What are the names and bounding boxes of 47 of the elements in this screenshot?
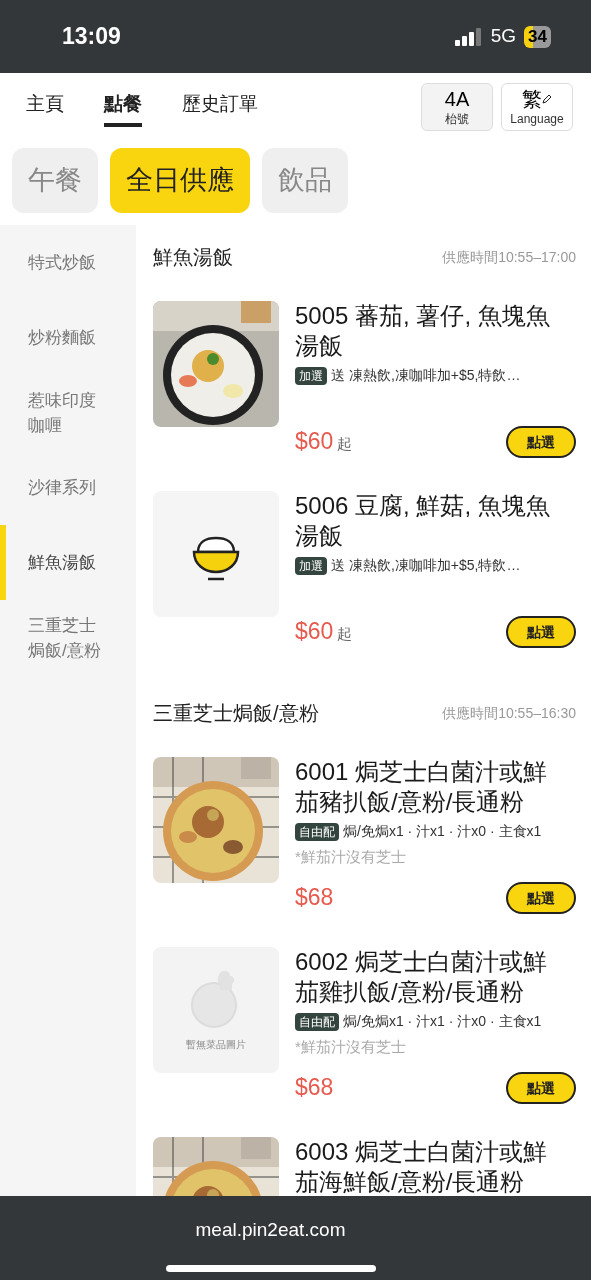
- nav-tab[interactable]: 點餐: [104, 90, 142, 127]
- dish-name: 5005 蕃茄, 薯仔, 魚塊魚湯飯: [295, 301, 551, 361]
- select-button[interactable]: 點選: [506, 616, 576, 648]
- dish-tag: 自由配: [295, 822, 339, 841]
- select-button[interactable]: 點選: [506, 882, 576, 914]
- dish-details: 送 凍熱飲,凍咖啡加+$5,特飲…: [331, 556, 521, 575]
- dish-details: 焗/免焗x1 · 汁x1 · 汁x0 · 主食x1: [343, 822, 542, 841]
- placeholder-caption: 暫無菜品圖片: [186, 1037, 246, 1052]
- service-hours: 供應時間10:55–17:00: [442, 247, 576, 267]
- price: $60: [295, 426, 334, 456]
- sidebar-item[interactable]: 鮮魚湯飯: [0, 525, 136, 600]
- dish-name: 6001 焗芝士白菌汁或鮮茄豬扒飯/意粉/長通粉: [295, 757, 549, 817]
- price-suffix: 起: [337, 623, 353, 644]
- pencil-icon: [542, 93, 552, 104]
- sidebar-item[interactable]: 炒粉麵飯: [0, 300, 136, 375]
- signal-icon: [454, 27, 483, 46]
- select-button[interactable]: 點選: [506, 426, 576, 458]
- dish-note: *鮮茄汁沒有芝士: [295, 847, 407, 867]
- network-label: 5G: [490, 24, 517, 49]
- price-suffix: 起: [337, 433, 353, 454]
- language-button[interactable]: 繁 Language: [501, 82, 573, 131]
- dish-name: 6002 焗芝士白菌汁或鮮茄雞扒飯/意粉/長通粉: [295, 947, 549, 1007]
- dish-name: 6003 焗芝士白菌汁或鮮茄海鮮飯/意粉/長通粉: [295, 1137, 549, 1196]
- dish-tag: 加選: [295, 556, 327, 575]
- select-button[interactable]: 點選: [506, 1072, 576, 1104]
- section-title: 鮮魚湯飯: [153, 245, 233, 270]
- price: $68: [295, 1072, 334, 1102]
- table-number-button[interactable]: 4A 枱號: [421, 82, 493, 131]
- sidebar-item[interactable]: 惹味印度咖喱: [0, 375, 136, 450]
- nav-tab[interactable]: 歷史訂單: [182, 90, 258, 123]
- dish-note: *鮮茄汁沒有芝士: [295, 1037, 407, 1057]
- url-text: meal.pin2eat.com: [195, 1218, 346, 1242]
- dish-details: 焗/免焗x1 · 汁x1 · 汁x0 · 主食x1: [343, 1012, 542, 1031]
- dish-name: 5006 豆腐, 鮮菇, 魚塊魚湯飯: [295, 491, 551, 551]
- category-tab[interactable]: 全日供應: [110, 148, 250, 213]
- sidebar-item[interactable]: 沙律系列: [0, 450, 136, 525]
- price: $68: [295, 882, 334, 912]
- section-title: 三重芝士焗飯/意粉: [153, 701, 319, 726]
- dish-details: 送 凍熱飲,凍咖啡加+$5,特飲…: [331, 366, 521, 385]
- service-hours: 供應時間10:55–16:30: [442, 703, 576, 723]
- price: $60: [295, 616, 334, 646]
- sidebar-item[interactable]: 特式炒飯: [0, 225, 136, 300]
- sidebar-item[interactable]: 三重芝士焗飯/意粉: [0, 600, 136, 675]
- dish-tag: 加選: [295, 366, 327, 385]
- status-time: 13:09: [62, 22, 121, 52]
- dish-tag: 自由配: [295, 1012, 339, 1031]
- nav-tab[interactable]: 主頁: [26, 90, 64, 123]
